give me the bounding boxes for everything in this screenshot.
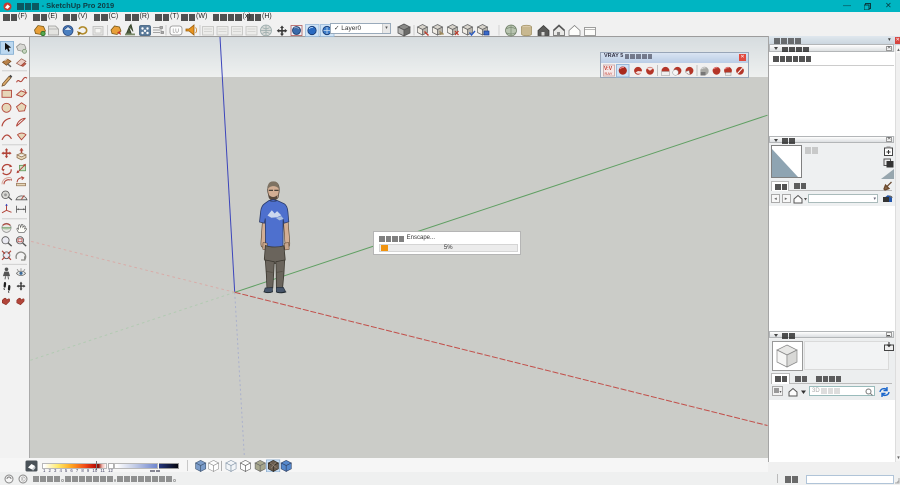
svg-text:©: © bbox=[21, 477, 26, 484]
svg-text:RAY: RAY bbox=[605, 71, 613, 76]
svg-text:LU: LU bbox=[173, 28, 180, 34]
